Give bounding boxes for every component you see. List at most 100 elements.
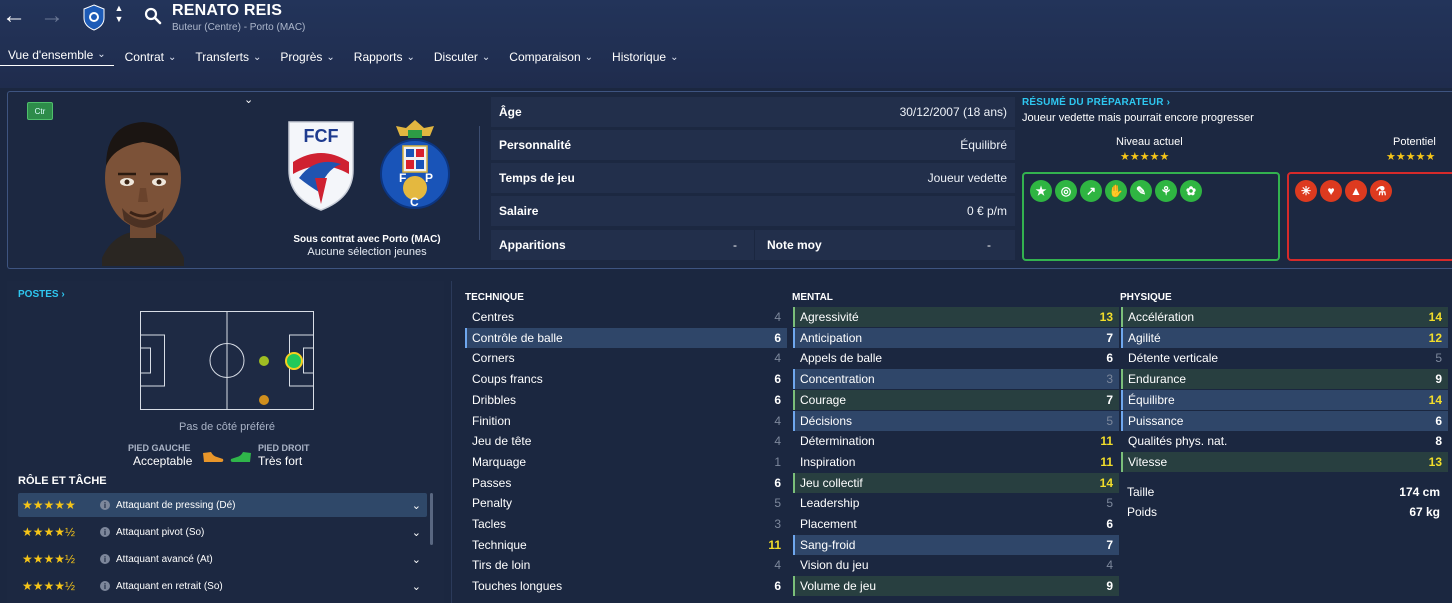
weaknesses-box: ✳ ♥ ▲ ⚗ <box>1287 172 1452 261</box>
apps-value: - <box>733 238 737 252</box>
attribute-row[interactable]: Leadership 5 <box>793 493 1119 513</box>
star-icon[interactable]: ★ <box>1030 180 1052 202</box>
tab-comparison[interactable]: Comparaison ⌄ <box>501 44 601 70</box>
attribute-name: Tirs de loin <box>472 558 531 573</box>
flask-icon[interactable]: ⚗ <box>1370 180 1392 202</box>
attribute-row[interactable]: Penalty 5 <box>465 493 787 513</box>
mountain-icon[interactable]: ▲ <box>1345 180 1367 202</box>
tab-overview[interactable]: Vue d'ensemble ⌄ <box>0 44 114 66</box>
chevron-down-icon: ⌄ <box>670 51 679 63</box>
attribute-row[interactable]: Puissance 6 <box>1121 410 1448 431</box>
attribute-value: 7 <box>1106 392 1113 407</box>
search-icon[interactable] <box>144 7 162 25</box>
attribute-row[interactable]: Jeu de tête 4 <box>465 431 787 451</box>
attribute-row[interactable]: Touches longues 6 <box>465 576 787 596</box>
attribute-row[interactable]: Vision du jeu 4 <box>793 555 1119 575</box>
attribute-row[interactable]: Tacles 3 <box>465 514 787 534</box>
attribute-row[interactable]: Courage 7 <box>793 389 1119 410</box>
mental-title: MENTAL <box>792 292 833 303</box>
attribute-row[interactable]: Centres 4 <box>465 307 787 327</box>
target-icon[interactable]: ◎ <box>1055 180 1077 202</box>
role-row[interactable]: ★★★★½ i Attaquant pivot (So) ⌄ <box>18 520 427 544</box>
feather-icon[interactable]: ✿ <box>1180 180 1202 202</box>
injury-icon[interactable]: ✳ <box>1295 180 1317 202</box>
attribute-name: Corners <box>472 351 515 366</box>
back-arrow-icon[interactable]: ← <box>2 4 26 28</box>
attribute-value: 14 <box>1099 475 1113 490</box>
player-switch-arrows-icon[interactable]: ▲ ▼ <box>113 3 125 25</box>
attribute-row[interactable]: Coups francs 6 <box>465 369 787 389</box>
positions-link[interactable]: POSTES › <box>18 289 65 300</box>
attribute-row[interactable]: Contrôle de balle 6 <box>465 327 787 348</box>
attribute-row[interactable]: Volume de jeu 9 <box>793 576 1119 597</box>
pen-icon[interactable]: ✎ <box>1130 180 1152 202</box>
attribute-row[interactable]: Technique 11 <box>465 535 787 555</box>
attribute-row[interactable]: Tirs de loin 4 <box>465 555 787 575</box>
attribute-row[interactable]: Corners 4 <box>465 348 787 368</box>
personality-value[interactable]: Équilibré <box>960 138 1007 152</box>
chevron-down-icon: ⌄ <box>168 51 177 63</box>
tab-label: Vue d'ensemble <box>8 47 94 62</box>
hand-icon[interactable]: ✋ <box>1105 180 1127 202</box>
attribute-row[interactable]: Finition 4 <box>465 411 787 431</box>
role-row[interactable]: ★★★★★ i Attaquant de pressing (Dé) ⌄ <box>18 493 427 517</box>
attribute-row[interactable]: Agressivité 13 <box>793 307 1119 327</box>
info-icon[interactable]: i <box>100 554 110 564</box>
chevron-down-icon[interactable]: ⌄ <box>412 526 421 539</box>
attribute-row[interactable]: Équilibre 14 <box>1121 389 1448 410</box>
attribute-value: 3 <box>774 517 781 531</box>
attribute-row[interactable]: Anticipation 7 <box>793 327 1119 348</box>
info-icon[interactable]: i <box>100 527 110 537</box>
attribute-row[interactable]: Décisions 5 <box>793 410 1119 431</box>
attribute-row[interactable]: Détente verticale 5 <box>1121 348 1448 368</box>
attribute-value: 5 <box>774 496 781 511</box>
attribute-value: 4 <box>774 413 781 428</box>
coach-summary-link[interactable]: RÉSUMÉ DU PRÉPARATEUR › <box>1022 97 1170 108</box>
roles-scrollbar[interactable] <box>430 493 433 545</box>
attribute-row[interactable]: Jeu collectif 14 <box>793 472 1119 493</box>
attribute-row[interactable]: Détermination 11 <box>793 431 1119 451</box>
attribute-name: Finition <box>472 413 511 428</box>
attribute-value: 1 <box>774 454 781 469</box>
attribute-row[interactable]: Placement 6 <box>793 514 1119 534</box>
trend-up-icon[interactable]: ↗ <box>1080 180 1102 202</box>
chevron-down-icon[interactable]: ⌄ <box>412 580 421 593</box>
ball-icon[interactable]: ⚘ <box>1155 180 1177 202</box>
chevron-down-icon[interactable]: ⌄ <box>244 93 253 106</box>
pitch-diagram[interactable] <box>140 311 314 410</box>
attribute-row[interactable]: Marquage 1 <box>465 452 787 472</box>
attribute-name: Décisions <box>800 413 853 428</box>
tab-history[interactable]: Historique ⌄ <box>604 44 686 70</box>
role-row[interactable]: ★★★★½ i Attaquant avancé (At) ⌄ <box>18 547 427 571</box>
tab-contract[interactable]: Contrat ⌄ <box>117 44 185 70</box>
attribute-row[interactable]: Accélération 14 <box>1121 307 1448 327</box>
tab-discuss[interactable]: Discuter ⌄ <box>426 44 498 70</box>
position-badge: Ctr <box>27 102 53 120</box>
info-icon[interactable]: i <box>100 581 110 591</box>
attribute-value: 5 <box>1106 496 1113 511</box>
info-icon[interactable]: i <box>100 500 110 510</box>
svg-text:C: C <box>410 195 419 209</box>
tab-progress[interactable]: Progrès ⌄ <box>272 44 342 70</box>
attribute-row[interactable]: Inspiration 11 <box>793 452 1119 472</box>
height-value: 174 cm <box>1399 485 1440 499</box>
club-crest-icon[interactable] <box>82 4 106 31</box>
attribute-row[interactable]: Endurance 9 <box>1121 369 1448 390</box>
role-stars: ★★★★★ <box>22 498 76 512</box>
tab-transfers[interactable]: Transferts ⌄ <box>187 44 269 70</box>
attribute-row[interactable]: Sang-froid 7 <box>793 534 1119 555</box>
tab-reports[interactable]: Rapports ⌄ <box>346 44 423 70</box>
attribute-row[interactable]: Appels de balle 6 <box>793 348 1119 368</box>
attribute-row[interactable]: Vitesse 13 <box>1121 451 1448 472</box>
heart-icon[interactable]: ♥ <box>1320 180 1342 202</box>
attribute-row[interactable]: Agilité 12 <box>1121 327 1448 348</box>
attribute-value: 6 <box>1106 517 1113 531</box>
attribute-row[interactable]: Qualités phys. nat. 8 <box>1121 431 1448 451</box>
chevron-down-icon[interactable]: ⌄ <box>412 553 421 566</box>
chevron-down-icon[interactable]: ⌄ <box>412 499 421 512</box>
attribute-row[interactable]: Passes 6 <box>465 473 787 493</box>
attribute-row[interactable]: Concentration 3 <box>793 369 1119 390</box>
role-row[interactable]: ★★★★½ i Attaquant en retrait (So) ⌄ <box>18 574 427 598</box>
attribute-row[interactable]: Dribbles 6 <box>465 390 787 410</box>
forward-arrow-icon[interactable]: → <box>40 4 64 28</box>
